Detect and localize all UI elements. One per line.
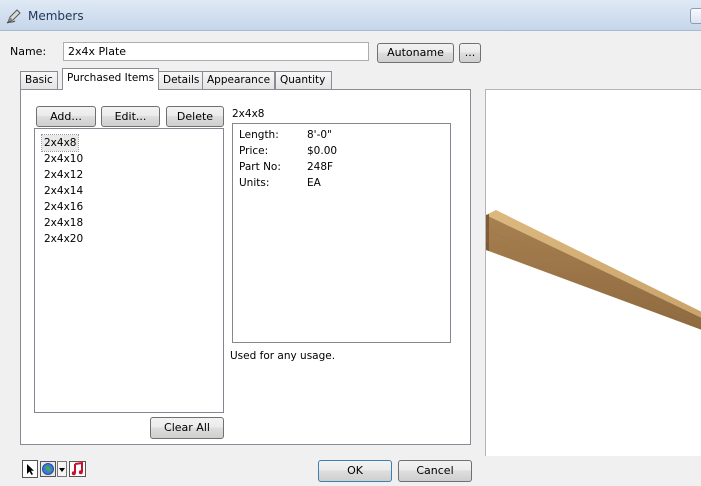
window-title: Members xyxy=(28,9,84,23)
autoname-button[interactable]: Autoname xyxy=(377,43,454,63)
name-input[interactable] xyxy=(63,42,369,61)
price-value: $0.00 xyxy=(307,145,338,157)
tab-details[interactable]: Details xyxy=(158,71,203,89)
tab-basic[interactable]: Basic xyxy=(20,71,58,89)
edit-button[interactable]: Edit... xyxy=(101,106,160,127)
globe-icon[interactable] xyxy=(40,460,56,478)
3d-preview[interactable] xyxy=(485,89,701,456)
select-page-icon[interactable] xyxy=(22,460,38,478)
tab-appearance[interactable]: Appearance xyxy=(202,71,275,89)
list-item[interactable]: 2x4x18 xyxy=(42,215,85,231)
clear-all-button[interactable]: Clear All xyxy=(150,417,224,439)
list-item[interactable]: 2x4x16 xyxy=(42,199,85,215)
add-button[interactable]: Add... xyxy=(36,106,96,127)
lumber-board-render xyxy=(485,210,701,330)
units-label: Units: xyxy=(239,177,270,189)
usage-text: Used for any usage. xyxy=(230,350,336,362)
tab-purchased-items[interactable]: Purchased Items xyxy=(62,68,159,90)
length-value: 8'-0" xyxy=(307,129,332,141)
pencil-brush-icon xyxy=(6,9,21,24)
list-item[interactable]: 2x4x8 xyxy=(40,134,80,152)
title-bar: Members xyxy=(0,0,701,31)
part-no-value: 248F xyxy=(307,161,334,173)
detail-properties-box: Length: 8'-0" Price: $0.00 Part No: 248F… xyxy=(232,123,451,343)
list-item[interactable]: 2x4x12 xyxy=(42,167,85,183)
purchased-items-list[interactable]: 2x4x8 2x4x10 2x4x12 2x4x14 2x4x16 2x4x18… xyxy=(34,128,224,413)
list-item[interactable]: 2x4x20 xyxy=(42,231,85,247)
tab-quantity[interactable]: Quantity xyxy=(275,71,332,89)
ellipsis-button[interactable]: ... xyxy=(459,43,481,63)
part-no-label: Part No: xyxy=(239,161,281,173)
list-item[interactable]: 2x4x10 xyxy=(42,151,85,167)
detail-title: 2x4x8 xyxy=(232,108,265,120)
name-label: Name: xyxy=(10,45,47,58)
list-item[interactable]: 2x4x14 xyxy=(42,183,85,199)
cancel-button[interactable]: Cancel xyxy=(398,460,472,482)
ok-button[interactable]: OK xyxy=(318,460,392,482)
window-control-button[interactable] xyxy=(690,8,701,24)
music-note-icon[interactable] xyxy=(69,460,103,478)
units-value: EA xyxy=(307,177,321,189)
dropdown-arrow-icon[interactable] xyxy=(57,460,67,478)
price-label: Price: xyxy=(239,145,269,157)
delete-button[interactable]: Delete xyxy=(166,106,224,127)
length-label: Length: xyxy=(239,129,279,141)
